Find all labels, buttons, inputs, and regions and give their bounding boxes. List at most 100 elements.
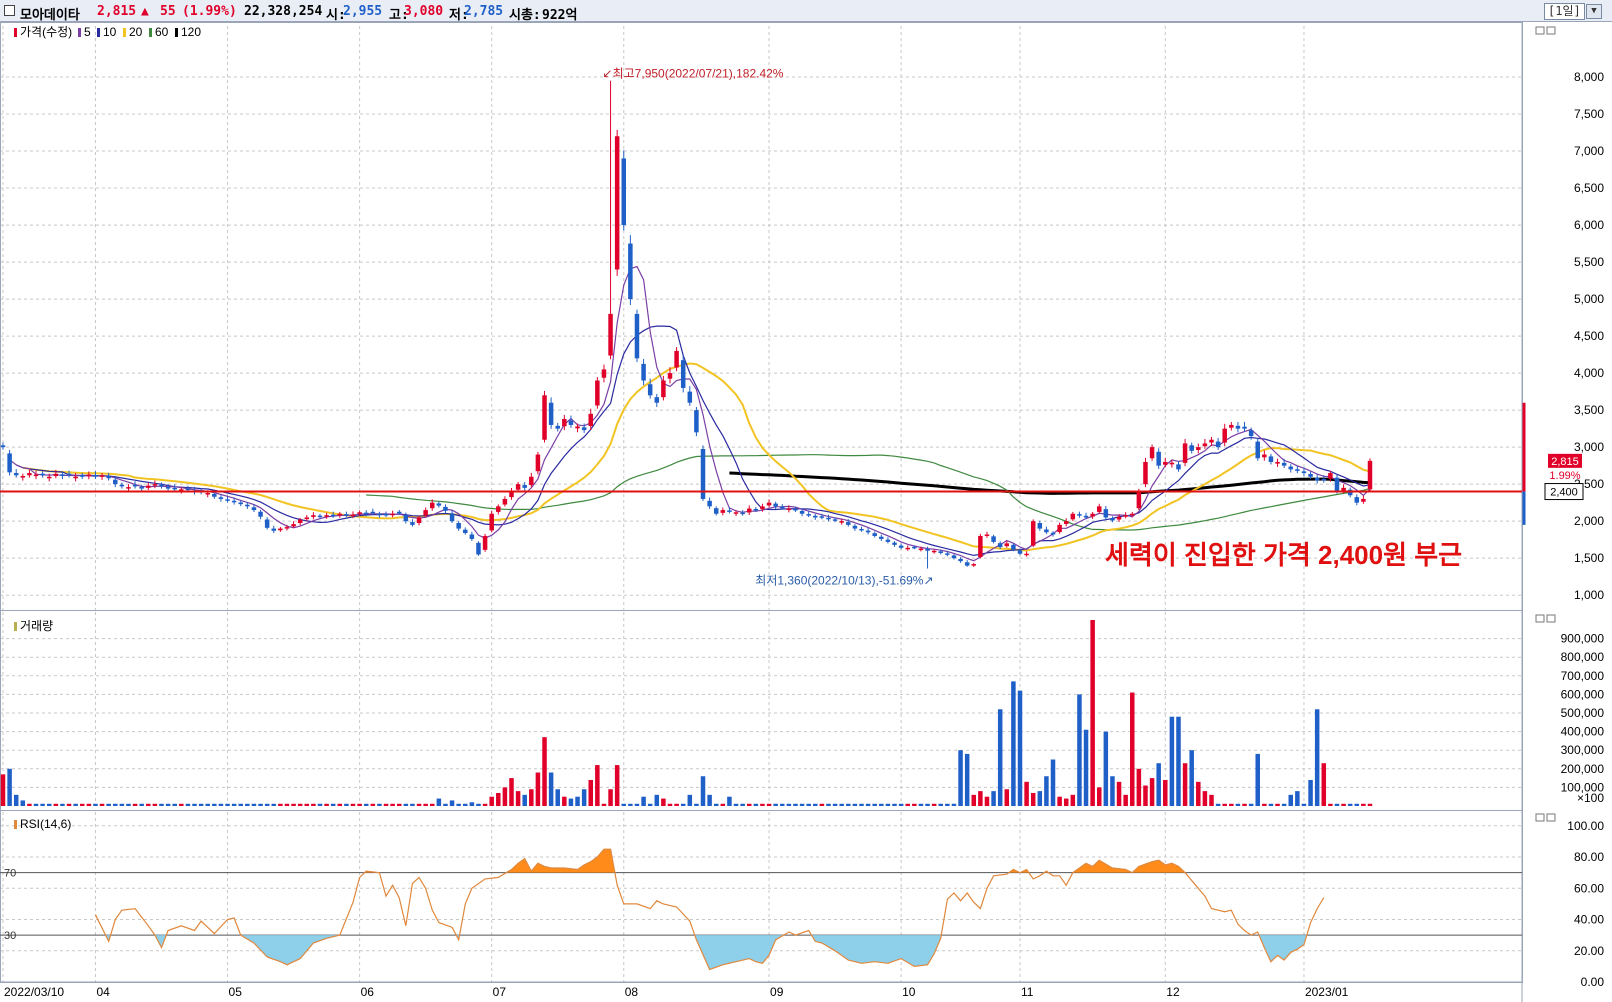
panel-close-icon-0[interactable] — [1546, 26, 1556, 35]
candle-body — [1196, 447, 1201, 450]
candle-body — [1321, 478, 1327, 481]
candle-body — [595, 380, 600, 406]
min-price-annotation: 최저1,360(2022/10/13),-51.69%↗ — [755, 574, 933, 588]
volume-bar — [159, 803, 164, 806]
price-legend-swatch — [78, 28, 81, 37]
volume-bar — [641, 796, 646, 806]
candle-body — [311, 515, 316, 517]
volume-bar — [773, 803, 778, 806]
candle-body — [997, 543, 1003, 548]
panel-close-icon-1[interactable] — [1546, 614, 1556, 623]
volume-bar — [86, 803, 92, 806]
candle-body — [601, 369, 607, 378]
candle-body — [522, 485, 527, 488]
volume-bar — [463, 803, 468, 806]
volume-bar — [284, 803, 290, 806]
candle-body — [964, 562, 970, 566]
volume-bar — [1149, 778, 1155, 806]
candle-body — [60, 474, 65, 477]
volume-bar — [198, 803, 204, 806]
volume-bar — [185, 803, 191, 806]
volume-bar — [1248, 803, 1254, 806]
volume-bar — [555, 789, 560, 806]
panel-frame-1 — [0, 610, 1523, 811]
candle-body — [1077, 514, 1082, 516]
volume-bar — [443, 803, 448, 806]
volume-tick-label: 300,000 — [1561, 743, 1605, 757]
candle-body — [1328, 473, 1333, 479]
candle-body — [297, 519, 303, 524]
volume-bar — [278, 803, 283, 806]
candle-body — [1268, 456, 1274, 462]
volume-bar — [456, 803, 461, 806]
candle-body — [165, 486, 171, 489]
candle-body — [430, 502, 435, 509]
volume-bar — [1136, 768, 1142, 806]
candle-body — [344, 514, 349, 516]
volume-bar — [370, 803, 376, 806]
volume-bar — [1057, 796, 1062, 806]
volume-bar — [139, 803, 144, 806]
volume-bar — [832, 803, 838, 806]
candle-body — [879, 536, 884, 539]
candle-body — [1143, 461, 1148, 485]
x-tick-label: 11 — [1021, 985, 1034, 999]
candle-body — [1275, 461, 1280, 464]
volume-bar — [264, 803, 270, 806]
volume-bar — [205, 803, 210, 806]
candle-body — [1063, 521, 1069, 524]
volume-bar — [350, 803, 356, 806]
volume-bar — [945, 803, 950, 806]
volume-bar — [595, 765, 600, 806]
panel-minimize-icon-2[interactable] — [1535, 813, 1545, 822]
volume-bar — [958, 750, 963, 806]
panel-minimize-icon-1[interactable] — [1535, 614, 1545, 623]
candle-body — [529, 476, 534, 486]
panel-close-icon-2[interactable] — [1546, 813, 1556, 822]
candle-body — [496, 506, 501, 512]
candle-body — [859, 528, 864, 531]
candle-body — [1050, 532, 1056, 535]
candle-body — [1235, 425, 1241, 429]
candle-body — [872, 533, 877, 536]
candle-body — [925, 549, 930, 551]
candle-body — [1361, 498, 1366, 502]
volume-tick-label: 700,000 — [1561, 669, 1605, 683]
volume-bar — [93, 803, 98, 806]
candle-body — [225, 499, 230, 501]
candle-body — [1090, 513, 1095, 517]
volume-unit-label: ×100 — [1577, 791, 1604, 805]
candle-body — [1057, 524, 1062, 533]
candle-body — [819, 516, 825, 518]
candle-body — [449, 513, 455, 522]
volume-bar — [548, 772, 554, 806]
volume-bar — [1163, 779, 1168, 806]
volume-bar — [218, 803, 224, 806]
candle-body — [443, 506, 448, 511]
volume-bar — [608, 789, 613, 806]
candle-body — [79, 475, 85, 477]
candle-body — [20, 476, 26, 478]
candle-body — [1288, 466, 1294, 470]
price-legend-swatch — [175, 28, 178, 37]
price-tick-label: 4,500 — [1574, 329, 1604, 343]
volume-bar — [1116, 781, 1122, 806]
candle-body — [245, 504, 250, 507]
candle-body — [1136, 491, 1142, 509]
candle-body — [562, 419, 567, 427]
volume-bar — [1037, 791, 1043, 806]
volume-bar — [46, 803, 52, 806]
candle-body — [826, 517, 831, 520]
rsi-tick-label: 80.00 — [1574, 850, 1604, 864]
candle-body — [1295, 469, 1300, 471]
stock-chart[interactable]: 1,0001,5002,0002,5003,0003,5004,0004,500… — [0, 0, 1612, 1002]
volume-bar — [740, 803, 745, 806]
candle-body — [951, 555, 957, 559]
candle-body — [132, 484, 138, 487]
volume-bar — [1202, 791, 1208, 806]
volume-bar — [535, 772, 541, 806]
volume-bar — [720, 803, 726, 806]
panel-minimize-icon-0[interactable] — [1535, 26, 1545, 35]
volume-bar — [1328, 803, 1333, 806]
candle-body — [905, 547, 910, 550]
